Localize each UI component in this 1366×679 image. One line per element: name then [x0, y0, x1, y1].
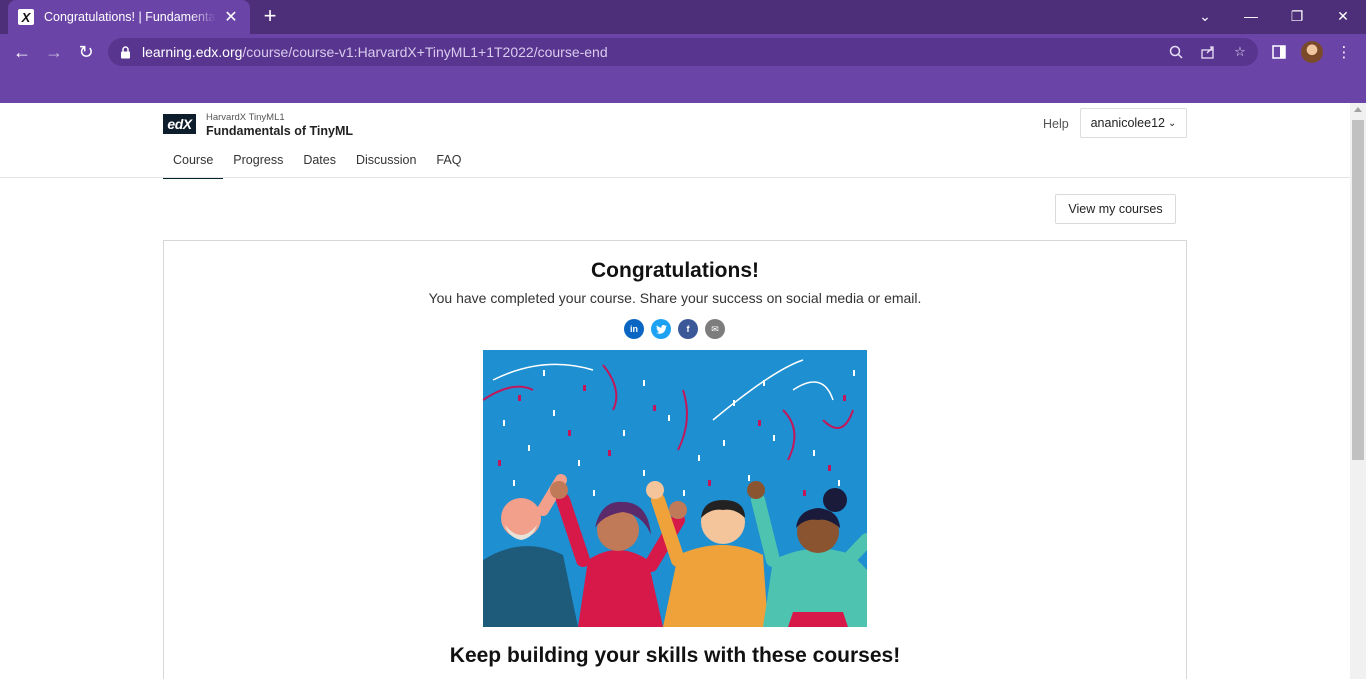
browser-tab-strip: X Congratulations! | Fundamentals ✕ + ⌄ …: [0, 0, 1366, 34]
sidepanel-icon[interactable]: [1267, 40, 1291, 64]
course-title: Fundamentals of TinyML: [206, 124, 353, 138]
share-icon[interactable]: [1199, 43, 1217, 61]
nav-divider: [0, 177, 1350, 178]
address-bar[interactable]: learning.edx.org/course/course-v1:Harvar…: [108, 38, 1258, 66]
course-end-card: Congratulations! You have completed your…: [163, 240, 1187, 679]
restore-icon[interactable]: ❐: [1274, 0, 1320, 32]
tab-dates[interactable]: Dates: [293, 147, 346, 179]
page-title: Congratulations!: [591, 259, 759, 282]
celebration-image: [483, 350, 867, 627]
page-viewport: edX HarvardX TinyML1 Fundamentals of Tin…: [0, 103, 1350, 679]
zoom-icon[interactable]: [1167, 43, 1185, 61]
profile-avatar[interactable]: [1301, 41, 1323, 63]
username: ananicolee12: [1090, 116, 1165, 130]
edx-favicon-icon: X: [18, 9, 34, 25]
back-icon[interactable]: ←: [9, 39, 35, 65]
twitter-share-button[interactable]: [651, 319, 671, 339]
tab-close-icon[interactable]: ✕: [222, 7, 240, 27]
kebab-menu-icon[interactable]: ⋮: [1332, 40, 1356, 64]
lock-icon[interactable]: [120, 45, 134, 59]
chevron-down-icon: ⌄: [1167, 117, 1177, 129]
page-scrollbar[interactable]: [1350, 103, 1366, 679]
forward-icon[interactable]: →: [41, 39, 67, 65]
facebook-share-button[interactable]: f: [678, 319, 698, 339]
url-host: learning.edx.org: [142, 44, 243, 60]
url-text: learning.edx.org/course/course-v1:Harvar…: [142, 44, 608, 60]
minimize-icon[interactable]: —: [1228, 0, 1274, 32]
url-path: /course/course-v1:HarvardX+TinyML1+1T202…: [242, 44, 608, 60]
chevron-down-icon[interactable]: ⌄: [1182, 0, 1228, 32]
star-icon[interactable]: ☆: [1231, 43, 1249, 61]
scroll-up-arrow-icon[interactable]: [1354, 107, 1362, 112]
twitter-icon: [655, 324, 667, 334]
linkedin-share-button[interactable]: in: [624, 319, 644, 339]
tab-course[interactable]: Course: [163, 147, 224, 179]
help-link[interactable]: Help: [1043, 117, 1069, 131]
social-share: in f ✉: [624, 319, 725, 339]
facebook-icon: f: [686, 324, 690, 334]
linkedin-icon: in: [630, 324, 638, 334]
close-icon[interactable]: ✕: [1320, 0, 1366, 32]
tab-title: Congratulations! | Fundamentals: [44, 10, 216, 24]
celebration-illustration: [483, 350, 867, 627]
tab-progress[interactable]: Progress: [223, 147, 293, 179]
view-my-courses-button[interactable]: View my courses: [1055, 194, 1176, 224]
tab-faq[interactable]: FAQ: [426, 147, 471, 179]
email-icon: ✉: [711, 323, 719, 334]
user-menu-button[interactable]: ananicolee12 ⌄: [1080, 108, 1187, 138]
browser-tab[interactable]: X Congratulations! | Fundamentals ✕: [8, 0, 250, 34]
course-nav: Course Progress Dates Discussion FAQ: [163, 147, 471, 179]
reload-icon[interactable]: ↻: [73, 39, 99, 65]
course-org: HarvardX TinyML1: [206, 112, 285, 123]
browser-toolbar: ← → ↻ learning.edx.org/course/course-v1:…: [0, 34, 1366, 70]
edx-logo[interactable]: edX: [163, 114, 196, 134]
scrollbar-thumb[interactable]: [1352, 120, 1364, 460]
new-tab-icon[interactable]: +: [258, 4, 282, 28]
bookmark-bar: [0, 70, 1366, 103]
recommendations-heading: Keep building your skills with these cou…: [449, 644, 901, 667]
email-share-button[interactable]: ✉: [705, 319, 725, 339]
completion-message: You have completed your course. Share yo…: [428, 290, 922, 306]
tab-discussion[interactable]: Discussion: [346, 147, 426, 179]
